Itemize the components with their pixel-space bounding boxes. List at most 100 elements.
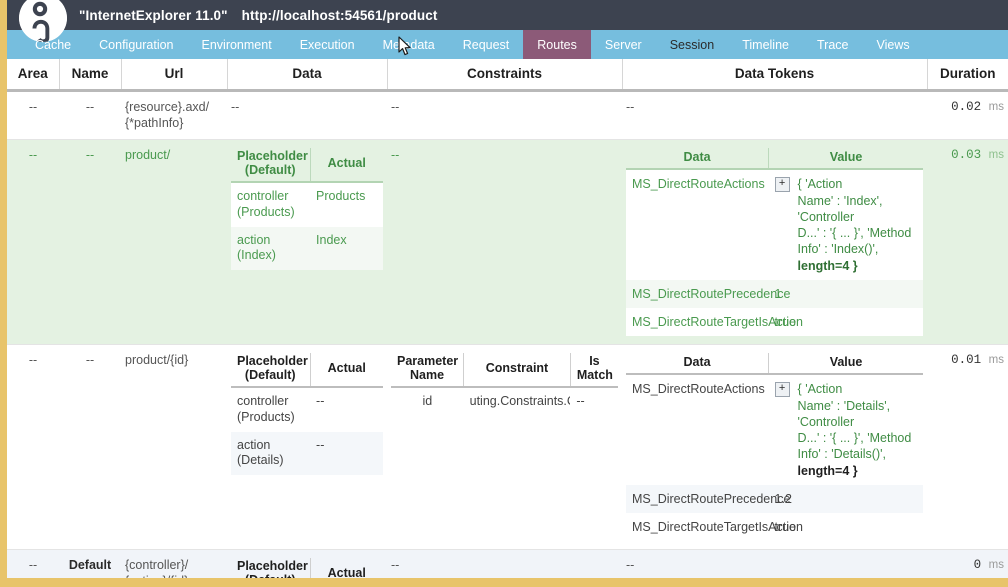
col-header-duration[interactable]: Duration bbox=[927, 59, 1008, 92]
tab-environment[interactable]: Environment bbox=[188, 30, 286, 59]
cell-data-tokens: Data Value MS_DirectRouteActions + {'Ac… bbox=[622, 344, 927, 550]
token-value-text: { 'Action Name' : 'Details', 'Controller… bbox=[797, 382, 912, 478]
col-header-data[interactable]: Data bbox=[227, 59, 388, 92]
data-sub-table: Placeholder (Default) Actual controller … bbox=[231, 558, 383, 578]
cell-duration: 0.02 ms bbox=[927, 90, 1008, 140]
tab-views[interactable]: Views bbox=[862, 30, 923, 59]
tok-col-data: Data bbox=[626, 353, 770, 376]
sub-col-parameter-name: Parameter Name bbox=[391, 353, 465, 389]
data-sub-row: controller (Products) Products bbox=[231, 182, 383, 227]
duration-value: 0 bbox=[973, 558, 982, 573]
sub-col-actual: Actual bbox=[310, 353, 383, 389]
panel-frame: "InternetExplorer 11.0" http://localhost… bbox=[7, 0, 1008, 578]
table-row[interactable]: -- -- {resource}.axd/ {*pathInfo} -- -- … bbox=[7, 90, 1008, 140]
duration-unit: ms bbox=[988, 354, 1004, 367]
url-line: {controller}/ bbox=[125, 558, 189, 573]
data-sub-table: Placeholder (Default) Actual controller … bbox=[231, 148, 383, 270]
cell-duration: 0 ms bbox=[927, 549, 1008, 578]
table-row[interactable]: -- Default {controller}/ {action}/{id} P… bbox=[7, 549, 1008, 578]
token-row: MS_DirectRoutePrecedence 1 bbox=[626, 279, 923, 308]
url-line: product/{id} bbox=[125, 353, 189, 368]
tab-label: Session bbox=[669, 37, 715, 52]
tab-cache[interactable]: Cache bbox=[21, 30, 85, 59]
tab-server[interactable]: Server bbox=[591, 30, 656, 59]
constraint-cell: uting.Constraints.Cc bbox=[463, 387, 571, 416]
cell-name: -- bbox=[59, 139, 121, 345]
tab-routes[interactable]: Routes bbox=[523, 30, 591, 59]
data-sub-row: controller (Products) -- bbox=[231, 387, 383, 432]
expand-plus-icon[interactable]: + bbox=[774, 382, 790, 398]
token-name: MS_DirectRouteActions bbox=[626, 169, 769, 280]
expand-plus-icon[interactable]: + bbox=[774, 177, 790, 193]
tab-label: Request bbox=[462, 37, 510, 52]
tab-label: Metadata bbox=[382, 37, 435, 52]
col-header-data-tokens[interactable]: Data Tokens bbox=[622, 59, 928, 92]
col-header-area[interactable]: Area bbox=[7, 59, 60, 92]
actual-cell: Products bbox=[310, 182, 383, 227]
routes-content: Area Name Url Data Constraints Data Toke… bbox=[7, 59, 1008, 578]
sub-col-actual: Actual bbox=[310, 148, 383, 184]
duration-unit: ms bbox=[988, 149, 1004, 162]
cell-url: product/{id} bbox=[121, 344, 227, 550]
tab-execution[interactable]: Execution bbox=[286, 30, 369, 59]
tab-label: Cache bbox=[35, 37, 72, 52]
cell-duration: 0.03 ms bbox=[927, 139, 1008, 345]
tab-metadata[interactable]: Metadata bbox=[369, 30, 449, 59]
table-row[interactable]: -- -- product/ Placeholder (Default) Act… bbox=[7, 139, 1008, 345]
tab-label: Execution bbox=[299, 37, 355, 52]
titlebar-text: "InternetExplorer 11.0" http://localhost… bbox=[79, 8, 437, 23]
token-value: true bbox=[768, 308, 923, 337]
duration-value: 0.01 bbox=[951, 353, 982, 368]
tab-label: Routes bbox=[537, 37, 577, 52]
routes-table: Area Name Url Data Constraints Data Toke… bbox=[7, 59, 1008, 578]
token-name: MS_DirectRouteTargetIsAction bbox=[626, 308, 803, 337]
tab-label: Timeline bbox=[742, 37, 789, 52]
cell-area: -- bbox=[7, 139, 59, 345]
table-row[interactable]: -- -- product/{id} Placeholder (Default)… bbox=[7, 344, 1008, 550]
token-value: 1 bbox=[768, 279, 923, 308]
actual-cell: -- bbox=[310, 431, 383, 475]
client-name: "InternetExplorer 11.0" bbox=[79, 7, 228, 23]
constraint-row: id uting.Constraints.Cc -- bbox=[391, 387, 618, 416]
col-header-constraints[interactable]: Constraints bbox=[387, 59, 623, 92]
data-tokens-sub-table: Data Value MS_DirectRouteActions + {'Ac… bbox=[626, 353, 923, 542]
cell-duration: 0.01 ms bbox=[927, 344, 1008, 550]
duration-unit: ms bbox=[988, 101, 1004, 113]
col-header-url[interactable]: Url bbox=[121, 59, 228, 92]
duration-value: 0.03 bbox=[951, 148, 982, 163]
routes-header-row: Area Name Url Data Constraints Data Toke… bbox=[7, 59, 1008, 92]
cell-area: -- bbox=[7, 344, 59, 550]
cell-constraints: -- bbox=[387, 549, 622, 578]
cell-name: -- bbox=[59, 90, 121, 140]
constraints-sub-table: Parameter Name Constraint Is Match id ut… bbox=[391, 353, 618, 416]
token-row: MS_DirectRouteActions + { 'Action Name' … bbox=[626, 374, 923, 485]
tab-request[interactable]: Request bbox=[449, 30, 524, 59]
cell-area: -- bbox=[7, 90, 59, 140]
token-name: MS_DirectRoutePrecedence bbox=[626, 279, 790, 308]
tab-bar[interactable]: Cache Configuration Environment Executio… bbox=[7, 30, 1008, 59]
tab-label: Environment bbox=[201, 37, 272, 52]
cell-name: -- bbox=[59, 344, 121, 550]
token-name: MS_DirectRouteActions bbox=[626, 374, 769, 485]
tab-session[interactable]: Session bbox=[656, 30, 728, 59]
cell-data: Placeholder (Default) Actual controller … bbox=[227, 549, 387, 578]
tab-label: Trace bbox=[816, 37, 849, 52]
tok-col-value: Value bbox=[768, 148, 923, 171]
placeholder-cell: controller (Products) bbox=[231, 182, 311, 227]
glimpse-panel: "InternetExplorer 11.0" http://localhost… bbox=[0, 0, 1008, 587]
tab-configuration[interactable]: Configuration bbox=[85, 30, 187, 59]
col-header-name[interactable]: Name bbox=[59, 59, 122, 92]
token-row: MS_DirectRouteTargetIsAction true bbox=[626, 513, 923, 542]
cell-url: {resource}.axd/ {*pathInfo} bbox=[121, 90, 227, 140]
cell-name: Default bbox=[59, 549, 121, 578]
tab-trace[interactable]: Trace bbox=[803, 30, 863, 59]
url-line: product/ bbox=[125, 148, 171, 163]
tab-timeline[interactable]: Timeline bbox=[728, 30, 803, 59]
token-value: + { 'Action Name' : 'Index', 'Controller… bbox=[768, 169, 923, 280]
actual-cell: -- bbox=[310, 387, 383, 432]
token-name: MS_DirectRouteTargetIsAction bbox=[626, 513, 803, 542]
token-row: MS_DirectRoutePrecedence 1.2 bbox=[626, 484, 923, 513]
tab-label: Configuration bbox=[99, 37, 174, 52]
sub-col-placeholder: Placeholder (Default) bbox=[231, 558, 311, 578]
cell-constraints: -- bbox=[387, 139, 622, 345]
